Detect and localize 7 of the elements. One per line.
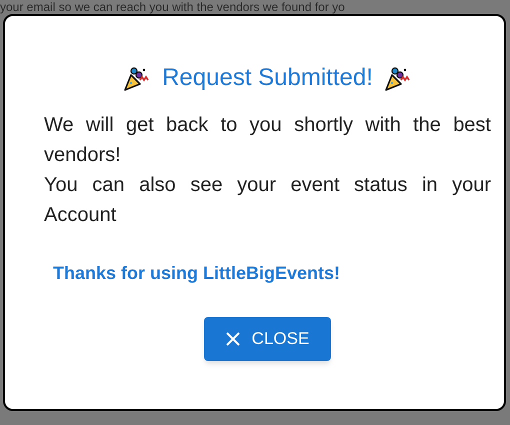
message-text: We will get back to you shortly with the best vendors! [44, 113, 491, 168]
close-icon [226, 332, 240, 346]
close-button[interactable]: CLOSE [204, 317, 332, 361]
message-text: You can also see your event status in your Account [44, 173, 491, 228]
dialog-title: Request Submitted! [162, 63, 373, 93]
thanks-text: Thanks for using LittleBigEvents! [53, 262, 342, 285]
background-text: your email so we can reach you with the vendors we found for yo [0, 0, 345, 14]
